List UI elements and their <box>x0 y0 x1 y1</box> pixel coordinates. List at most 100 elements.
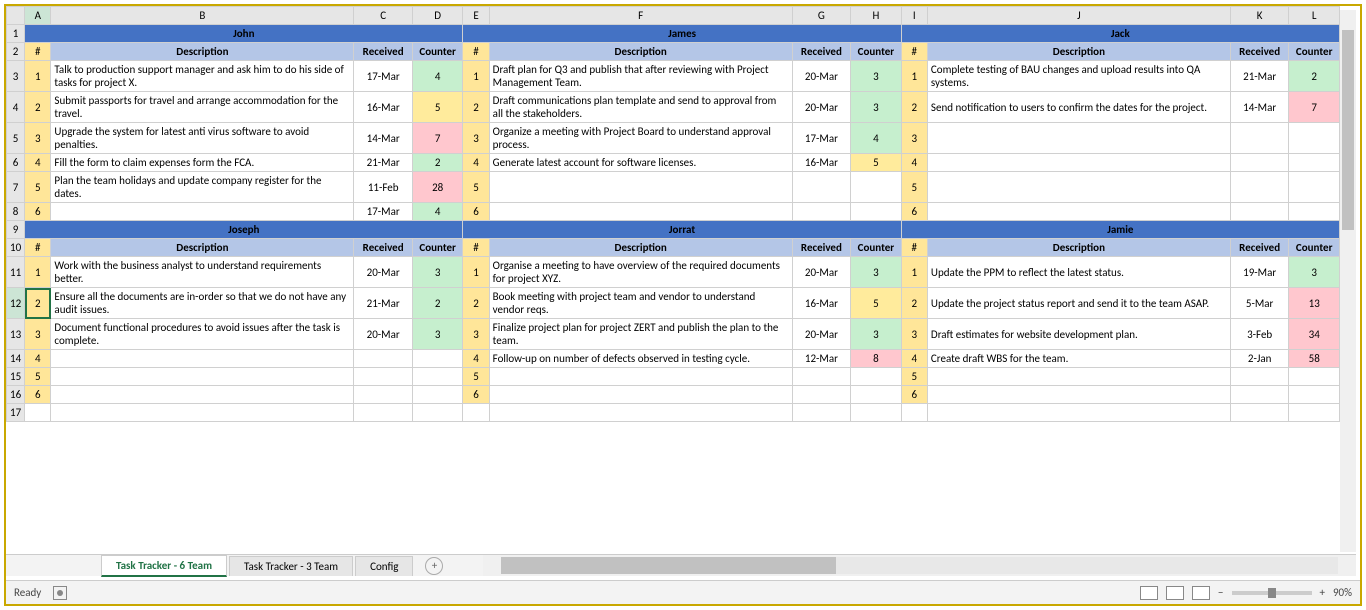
task-counter[interactable]: 4 <box>851 123 901 154</box>
task-received[interactable] <box>792 203 851 221</box>
task-counter[interactable] <box>851 203 901 221</box>
task-received[interactable] <box>354 386 413 404</box>
column-header[interactable]: E <box>463 7 489 25</box>
task-number[interactable]: 5 <box>25 368 51 386</box>
task-number[interactable]: 6 <box>25 386 51 404</box>
task-number[interactable]: 2 <box>901 92 927 123</box>
task-number[interactable]: 6 <box>901 386 927 404</box>
task-counter[interactable]: 8 <box>851 350 901 368</box>
task-received[interactable] <box>1230 123 1289 154</box>
task-description[interactable]: Update the PPM to reflect the latest sta… <box>927 257 1230 288</box>
zoom-in-button[interactable]: + <box>1320 586 1325 599</box>
task-received[interactable]: 17-Mar <box>354 61 413 92</box>
cell[interactable] <box>927 404 1230 422</box>
task-number[interactable]: 5 <box>901 368 927 386</box>
task-number[interactable]: 3 <box>901 319 927 350</box>
task-counter[interactable]: 34 <box>1289 319 1340 350</box>
task-counter[interactable]: 58 <box>1289 350 1340 368</box>
spreadsheet-grid[interactable]: ABCDEFGHIJKL1JohnJamesJack2#DescriptionR… <box>6 6 1340 422</box>
task-number[interactable]: 5 <box>463 172 489 203</box>
sheet-tab[interactable]: Config <box>355 556 413 576</box>
task-counter[interactable] <box>1289 368 1340 386</box>
view-pagelayout-button[interactable] <box>1166 586 1184 600</box>
row-header[interactable]: 11 <box>7 257 25 288</box>
zoom-level[interactable]: 90% <box>1333 586 1352 599</box>
task-number[interactable]: 6 <box>25 203 51 221</box>
task-description[interactable] <box>489 203 792 221</box>
cell[interactable] <box>489 404 792 422</box>
task-description[interactable]: Complete testing of BAU changes and uplo… <box>927 61 1230 92</box>
task-description[interactable]: Update the project status report and sen… <box>927 288 1230 319</box>
task-received[interactable]: 16-Mar <box>354 92 413 123</box>
task-description[interactable] <box>51 203 354 221</box>
task-number[interactable]: 4 <box>901 350 927 368</box>
horizontal-scrollbar[interactable] <box>483 555 1356 576</box>
zoom-slider[interactable] <box>1232 591 1312 595</box>
column-header[interactable]: I <box>901 7 927 25</box>
column-header[interactable]: A <box>25 7 51 25</box>
task-number[interactable]: 3 <box>463 123 489 154</box>
task-received[interactable]: 20-Mar <box>792 92 851 123</box>
task-received[interactable]: 17-Mar <box>354 203 413 221</box>
task-counter[interactable] <box>412 386 462 404</box>
task-counter[interactable] <box>412 368 462 386</box>
row-header[interactable]: 13 <box>7 319 25 350</box>
task-counter[interactable]: 3 <box>1289 257 1340 288</box>
task-counter[interactable] <box>1289 154 1340 172</box>
macro-record-icon[interactable] <box>53 586 67 600</box>
task-description[interactable]: Finalize project plan for project ZERT a… <box>489 319 792 350</box>
task-counter[interactable]: 4 <box>412 203 462 221</box>
task-description[interactable]: Draft estimates for website development … <box>927 319 1230 350</box>
task-received[interactable] <box>1230 172 1289 203</box>
task-counter[interactable] <box>851 368 901 386</box>
task-received[interactable] <box>1230 154 1289 172</box>
task-number[interactable]: 1 <box>25 61 51 92</box>
task-received[interactable]: 11-Feb <box>354 172 413 203</box>
task-number[interactable]: 1 <box>463 61 489 92</box>
task-description[interactable]: Generate latest account for software lic… <box>489 154 792 172</box>
task-description[interactable]: Create draft WBS for the team. <box>927 350 1230 368</box>
task-received[interactable]: 21-Mar <box>1230 61 1289 92</box>
task-description[interactable]: Organize a meeting with Project Board to… <box>489 123 792 154</box>
task-description[interactable]: Organise a meeting to have overview of t… <box>489 257 792 288</box>
cell[interactable] <box>851 404 901 422</box>
column-header[interactable]: B <box>51 7 354 25</box>
task-received[interactable] <box>792 368 851 386</box>
task-counter[interactable]: 3 <box>412 319 462 350</box>
task-counter[interactable]: 13 <box>1289 288 1340 319</box>
task-description[interactable] <box>927 203 1230 221</box>
task-description[interactable] <box>927 172 1230 203</box>
task-description[interactable]: Ensure all the documents are in-order so… <box>51 288 354 319</box>
row-header[interactable]: 10 <box>7 239 25 257</box>
task-counter[interactable]: 7 <box>1289 92 1340 123</box>
task-counter[interactable]: 2 <box>412 154 462 172</box>
new-sheet-button[interactable]: + <box>425 557 443 575</box>
row-header[interactable]: 6 <box>7 154 25 172</box>
task-description[interactable]: Fill the form to claim expenses form the… <box>51 154 354 172</box>
task-counter[interactable] <box>1289 123 1340 154</box>
task-counter[interactable]: 3 <box>851 61 901 92</box>
task-received[interactable] <box>354 368 413 386</box>
zoom-out-button[interactable]: − <box>1218 586 1223 599</box>
row-header[interactable]: 1 <box>7 25 25 43</box>
row-header[interactable]: 2 <box>7 43 25 61</box>
task-counter[interactable]: 3 <box>851 257 901 288</box>
task-number[interactable]: 5 <box>25 172 51 203</box>
task-received[interactable]: 20-Mar <box>354 257 413 288</box>
view-normal-button[interactable] <box>1140 586 1158 600</box>
column-header[interactable]: F <box>489 7 792 25</box>
task-received[interactable]: 20-Mar <box>792 61 851 92</box>
cell[interactable] <box>1289 404 1340 422</box>
task-received[interactable]: 21-Mar <box>354 288 413 319</box>
task-number[interactable]: 4 <box>25 350 51 368</box>
cell[interactable] <box>901 404 927 422</box>
task-counter[interactable]: 28 <box>412 172 462 203</box>
task-received[interactable]: 19-Mar <box>1230 257 1289 288</box>
task-description[interactable] <box>51 386 354 404</box>
task-description[interactable]: Follow-up on number of defects observed … <box>489 350 792 368</box>
task-description[interactable] <box>927 123 1230 154</box>
cell[interactable] <box>792 404 851 422</box>
task-number[interactable]: 4 <box>901 154 927 172</box>
column-header[interactable]: C <box>354 7 413 25</box>
row-header[interactable]: 9 <box>7 221 25 239</box>
